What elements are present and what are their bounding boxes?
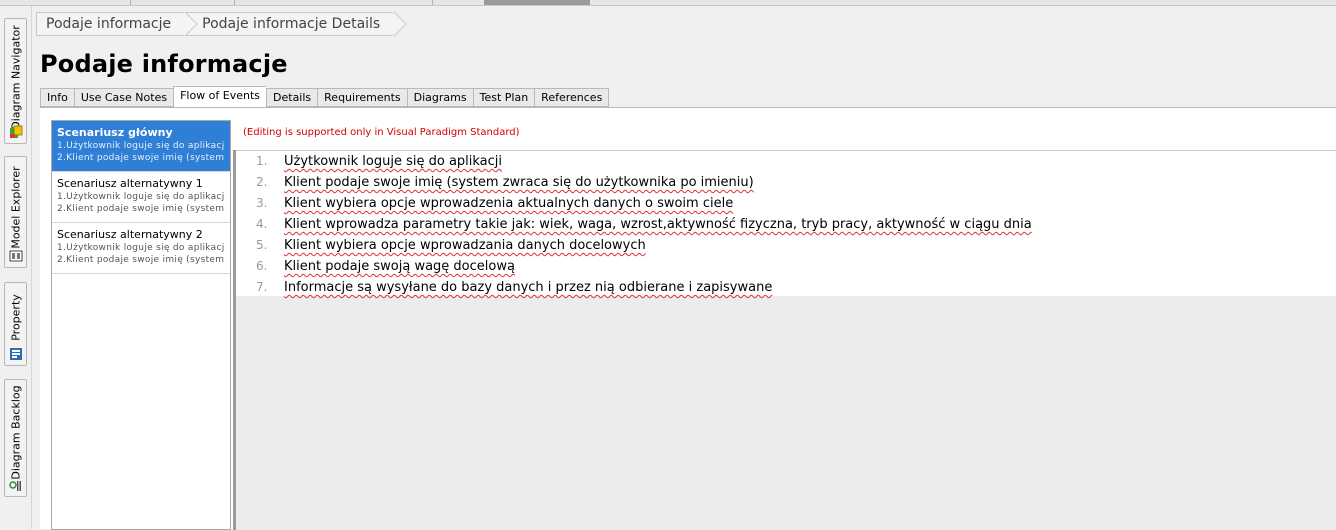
panel-label: Property xyxy=(9,294,22,341)
tab-flow-of-events[interactable]: Flow of Events xyxy=(173,86,267,107)
step-row[interactable]: 4. Klient wprowadza parametry takie jak: … xyxy=(236,214,1336,235)
step-row[interactable]: 5. Klient wybiera opcje wprowadzania dany… xyxy=(236,235,1336,256)
step-row[interactable]: 7. Informacje są wysyłane do bazy danych … xyxy=(236,277,1336,298)
step-row[interactable]: 1. Użytkownik loguje się do aplikacji xyxy=(236,151,1336,172)
panel-label: Model Explorer xyxy=(9,166,22,249)
diagram-navigator-tab[interactable]: Diagram Navigator xyxy=(4,18,27,144)
tab-test-plan[interactable]: Test Plan xyxy=(472,88,535,107)
details-page: Podaje informacje Podaje informacje Deta… xyxy=(33,6,1336,530)
scenario-step-preview: 2.Klient podaje swoje imię (system zwrac… xyxy=(57,153,225,163)
tab-requirements[interactable]: Requirements xyxy=(317,88,407,107)
page-title: Podaje informacje xyxy=(40,50,288,78)
property-icon xyxy=(10,348,22,360)
details-tabs: Info Use Case Notes Flow of Events Detai… xyxy=(40,86,610,107)
scenario-name: Scenariusz główny xyxy=(57,126,173,139)
panel-label: Diagram Backlog xyxy=(9,385,22,480)
step-text[interactable]: Klient wprowadza parametry takie jak: wi… xyxy=(284,214,1032,235)
step-text[interactable]: Klient wybiera opcje wprowadzania danych… xyxy=(284,235,646,256)
scenario-item[interactable]: Scenariusz alternatywny 1 1.Użytkownik l… xyxy=(52,172,230,223)
scenario-item[interactable]: Scenariusz główny 1.Użytkownik loguje si… xyxy=(52,121,230,172)
breadcrumb-item-current[interactable]: Podaje informacje Details xyxy=(185,12,395,36)
toolbar-separator xyxy=(234,0,235,5)
step-row[interactable]: 3. Klient wybiera opcje wprowadzenia aktu… xyxy=(236,193,1336,214)
scenario-step-preview: 1.Użytkownik loguje się do aplikacji xyxy=(57,243,225,253)
scenario-item[interactable]: Scenariusz alternatywny 2 1.Użytkownik l… xyxy=(52,223,230,274)
step-number: 7. xyxy=(256,280,268,294)
step-row[interactable]: 6. Klient podaje swoją wagę docelową xyxy=(236,256,1336,277)
property-tab[interactable]: Property xyxy=(4,282,27,366)
step-number: 5. xyxy=(256,238,268,252)
breadcrumb: Podaje informacje Podaje informacje Deta… xyxy=(36,12,395,36)
steps-editor[interactable]: 1. Użytkownik loguje się do aplikacji 2. K… xyxy=(233,150,1336,530)
tab-info[interactable]: Info xyxy=(40,88,74,107)
step-text[interactable]: Klient podaje swoją wagę docelową xyxy=(284,256,515,277)
step-row[interactable]: 2. Klient podaje swoje imię (system zwrac… xyxy=(236,172,1336,193)
model-explorer-tab[interactable]: Model Explorer xyxy=(4,156,27,268)
step-number: 4. xyxy=(256,217,268,231)
scenario-step-preview: 1.Użytkownik loguje się do aplikacji xyxy=(57,141,225,151)
step-number: 6. xyxy=(256,259,268,273)
flow-of-events-panel: Scenariusz główny 1. Użytkownik loguje si… xyxy=(40,107,1336,530)
scenario-step-preview: 2.Klient podaje swoje imię (system zwrac… xyxy=(57,204,225,214)
scenario-list: Scenariusz główny 1.Użytkownik loguje si… xyxy=(51,120,231,530)
tab-diagrams[interactable]: Diagrams xyxy=(406,88,473,107)
tab-references[interactable]: References xyxy=(534,88,610,107)
scenario-step-preview: 1.Użytkownik loguje się do aplikacji xyxy=(57,192,225,202)
diagram-backlog-icon xyxy=(9,481,21,491)
step-number: 2. xyxy=(256,175,268,189)
tab-use-case-notes[interactable]: Use Case Notes xyxy=(73,88,174,107)
scenario-name: Scenariusz alternatywny 2 xyxy=(57,228,203,241)
toolbar-separator xyxy=(130,0,131,5)
panel-label: Diagram Navigator xyxy=(9,25,22,130)
step-text[interactable]: Klient podaje swoje imię (system zwraca … xyxy=(284,172,754,193)
diagram-backlog-tab[interactable]: Diagram Backlog xyxy=(4,379,27,497)
active-toolbar-tab[interactable] xyxy=(484,0,590,5)
editing-notice: (Editing is supported only in Visual Par… xyxy=(243,127,520,138)
left-panel-bar: Diagram Navigator Model Explorer Propert… xyxy=(0,6,32,529)
model-explorer-icon xyxy=(9,250,23,262)
scenario-step-preview: 2.Klient podaje swoje imię (system zwrac… xyxy=(57,255,225,265)
step-number: 3. xyxy=(256,196,268,210)
step-text[interactable]: Klient wybiera opcje wprowadzenia aktual… xyxy=(284,193,733,214)
step-text[interactable]: Informacje są wysyłane do bazy danych i … xyxy=(284,277,772,298)
breadcrumb-item[interactable]: Podaje informacje xyxy=(36,12,186,36)
step-number: 1. xyxy=(256,154,268,168)
diagram-navigator-icon xyxy=(10,125,23,138)
tab-details[interactable]: Details xyxy=(266,88,318,107)
scenario-name: Scenariusz alternatywny 1 xyxy=(57,177,203,190)
steps-list: 1. Użytkownik loguje się do aplikacji 2. K… xyxy=(236,150,1336,296)
step-text[interactable]: Użytkownik loguje się do aplikacji xyxy=(284,151,502,172)
toolbar-separator xyxy=(432,0,433,5)
